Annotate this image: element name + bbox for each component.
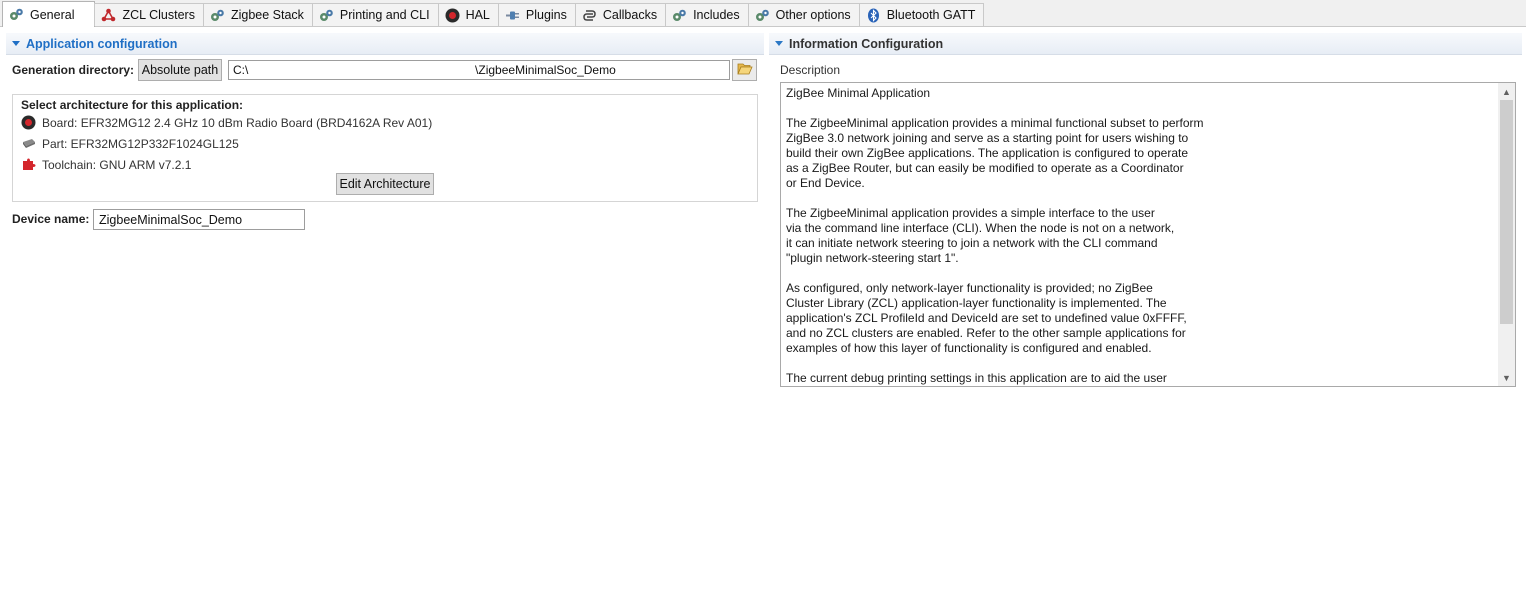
collapse-triangle-icon[interactable] bbox=[12, 41, 20, 46]
browse-folder-button[interactable] bbox=[732, 59, 757, 81]
section-title: Application configuration bbox=[26, 36, 178, 51]
device-name-label: Device name: bbox=[12, 212, 90, 226]
part-chip-icon bbox=[21, 136, 36, 151]
gears-icon bbox=[755, 8, 770, 23]
description-label: Description bbox=[780, 63, 841, 77]
tab-label: Includes bbox=[693, 8, 740, 22]
scroll-down-icon[interactable]: ▼ bbox=[1498, 369, 1515, 386]
tab-hal[interactable]: HAL bbox=[437, 3, 499, 26]
tab-label: ZCL Clusters bbox=[122, 8, 195, 22]
absolute-path-button[interactable]: Absolute path bbox=[138, 59, 222, 81]
tab-printing-and-cli[interactable]: Printing and CLI bbox=[311, 3, 439, 26]
description-textarea[interactable]: ZigBee Minimal Application The ZigbeeMin… bbox=[780, 82, 1516, 387]
tab-label: Printing and CLI bbox=[339, 8, 430, 22]
folder-open-icon bbox=[736, 62, 753, 78]
architecture-group: Select architecture for this application… bbox=[12, 94, 758, 202]
tab-zigbee-stack[interactable]: Zigbee Stack bbox=[202, 3, 313, 26]
tab-label: Zigbee Stack bbox=[230, 8, 304, 22]
tab-label: General bbox=[30, 7, 75, 22]
editor-tab-bar: General ZCL Clusters Zigbee Stack Printi… bbox=[0, 0, 1526, 27]
toolchain-label: Toolchain: GNU ARM v7.2.1 bbox=[42, 157, 192, 172]
tab-label: Bluetooth GATT bbox=[886, 8, 976, 22]
plug-icon bbox=[505, 8, 520, 23]
tab-label: Other options bbox=[775, 8, 851, 22]
toolchain-puzzle-icon bbox=[21, 157, 36, 172]
tab-callbacks[interactable]: Callbacks bbox=[574, 3, 667, 26]
tab-general[interactable]: General bbox=[2, 1, 96, 27]
cluster-nodes-icon bbox=[101, 8, 116, 23]
generation-directory-row: Generation directory: Absolute path bbox=[6, 59, 764, 81]
tab-other-options[interactable]: Other options bbox=[747, 3, 860, 26]
information-configuration-panel: Information Configuration Description Zi… bbox=[769, 33, 1522, 393]
generation-directory-label: Generation directory: bbox=[12, 63, 135, 77]
bluetooth-icon bbox=[866, 8, 881, 23]
description-scrollbar[interactable]: ▲ ▼ bbox=[1498, 83, 1515, 386]
tab-bluetooth-gatt[interactable]: Bluetooth GATT bbox=[858, 3, 985, 26]
gears-icon bbox=[319, 8, 334, 23]
tab-includes[interactable]: Includes bbox=[665, 3, 749, 26]
board-label: Board: EFR32MG12 2.4 GHz 10 dBm Radio Bo… bbox=[42, 115, 433, 130]
generation-directory-input[interactable] bbox=[228, 60, 730, 80]
application-configuration-header[interactable]: Application configuration bbox=[6, 33, 764, 55]
edit-architecture-button[interactable]: Edit Architecture bbox=[336, 173, 434, 195]
tab-label: HAL bbox=[465, 8, 490, 22]
toolchain-item: Toolchain: GNU ARM v7.2.1 bbox=[21, 157, 191, 172]
tab-label: Callbacks bbox=[602, 8, 658, 22]
scroll-up-icon[interactable]: ▲ bbox=[1498, 83, 1515, 100]
collapse-triangle-icon[interactable] bbox=[775, 41, 783, 46]
hal-chip-icon bbox=[445, 8, 460, 23]
part-item: Part: EFR32MG12P332F1024GL125 bbox=[21, 136, 239, 151]
scrollbar-thumb[interactable] bbox=[1500, 100, 1513, 324]
tab-zcl-clusters[interactable]: ZCL Clusters bbox=[94, 3, 204, 26]
section-title: Information Configuration bbox=[789, 36, 944, 51]
description-text: ZigBee Minimal Application The ZigbeeMin… bbox=[786, 86, 1204, 385]
device-name-input[interactable] bbox=[93, 209, 305, 230]
tab-label: Plugins bbox=[525, 8, 567, 22]
board-item: Board: EFR32MG12 2.4 GHz 10 dBm Radio Bo… bbox=[21, 115, 432, 130]
device-name-row: Device name: bbox=[6, 208, 406, 230]
information-configuration-header[interactable]: Information Configuration bbox=[769, 33, 1522, 55]
gears-icon bbox=[9, 7, 24, 22]
application-configuration-panel: Application configuration Generation dir… bbox=[6, 33, 764, 230]
tab-plugins[interactable]: Plugins bbox=[497, 3, 576, 26]
architecture-title: Select architecture for this application… bbox=[21, 98, 244, 112]
callback-icon bbox=[582, 8, 597, 23]
part-label: Part: EFR32MG12P332F1024GL125 bbox=[42, 136, 239, 151]
gears-icon bbox=[672, 8, 687, 23]
gears-icon bbox=[210, 8, 225, 23]
board-chip-icon bbox=[21, 115, 36, 130]
